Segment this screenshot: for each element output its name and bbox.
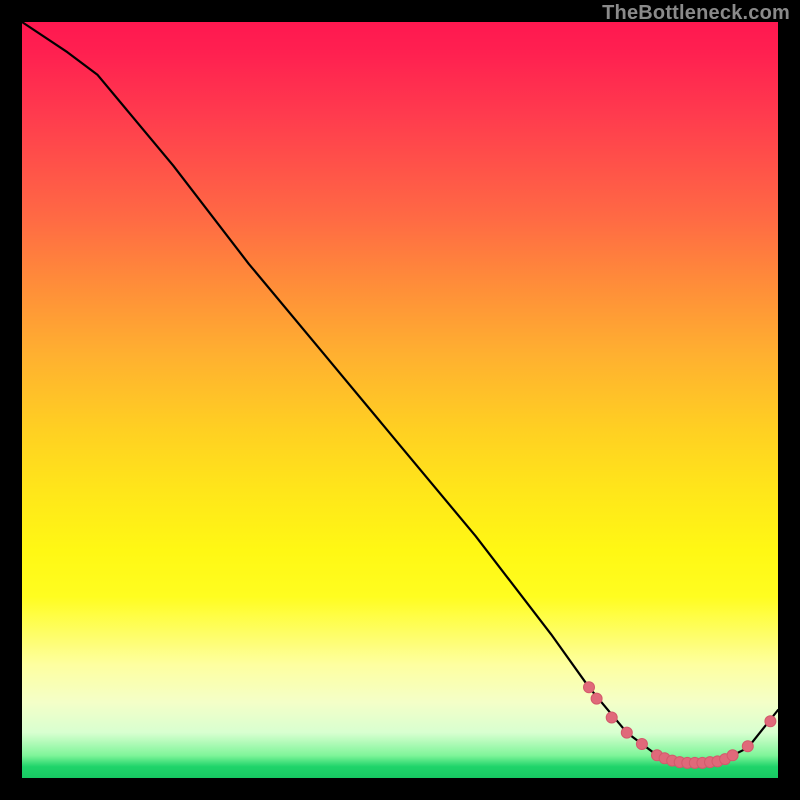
watermark-text: TheBottleneck.com xyxy=(602,2,790,25)
marker-dot xyxy=(606,712,617,723)
marker-dot xyxy=(584,682,595,693)
main-curve xyxy=(22,22,778,763)
marker-dot xyxy=(765,716,776,727)
chart-stage: TheBottleneck.com xyxy=(0,0,800,800)
marker-dot xyxy=(742,741,753,752)
marker-points-group xyxy=(584,682,776,769)
marker-dot xyxy=(727,750,738,761)
marker-dot xyxy=(591,693,602,704)
chart-overlay-svg xyxy=(22,22,778,778)
marker-dot xyxy=(621,727,632,738)
marker-dot xyxy=(636,739,647,750)
